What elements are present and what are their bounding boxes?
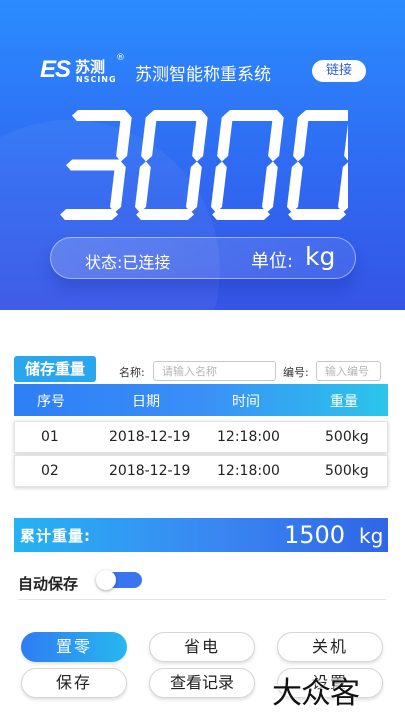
display-segment: [217, 112, 233, 162]
table-row[interactable]: 02 2018-12-19 12:18:00 500kg: [14, 455, 388, 487]
display-segment: [141, 112, 157, 162]
connect-button[interactable]: 链接: [312, 60, 366, 82]
row-weight: 500kg: [325, 463, 369, 479]
power-save-button[interactable]: 省电: [149, 632, 255, 662]
total-unit: kg: [359, 524, 384, 548]
autosave-label: 自动保存: [18, 575, 79, 593]
display-segment: [136, 209, 195, 220]
display-segment: [262, 161, 278, 213]
divider: [18, 599, 386, 600]
row-time: 12:18:00: [217, 429, 280, 445]
unit-label: 单位:: [251, 251, 294, 272]
total-value: 1500: [284, 521, 346, 549]
display-segment: [288, 209, 347, 220]
view-records-button[interactable]: 查看记录: [149, 668, 255, 698]
logo-chinese: 苏测: [75, 58, 106, 76]
row-date: 2018-12-19: [109, 463, 191, 479]
column-weight: 重量: [330, 394, 358, 410]
code-label: 编号:: [283, 366, 309, 379]
logo-mark: ES: [40, 56, 71, 83]
row-index: 02: [41, 463, 59, 479]
unit-value: kg: [305, 242, 336, 271]
connection-status: 状态:已连接: [85, 253, 171, 272]
storage-title: 储存重量: [14, 356, 96, 382]
row-weight: 500kg: [325, 429, 369, 445]
logo-english: NSCING: [76, 75, 117, 84]
display-segment: [212, 209, 271, 220]
name-input[interactable]: [153, 361, 276, 381]
code-input[interactable]: [316, 361, 381, 381]
table-header: 序号 日期 时间 重量: [14, 384, 388, 416]
save-button[interactable]: 保存: [21, 668, 127, 698]
toggle-knob: [96, 570, 116, 590]
brand-logo: ES 苏测 NSCING ®: [40, 53, 125, 86]
watermark: 大众客: [272, 676, 360, 711]
total-weight-bar: 累计重量: 1500 kg: [14, 518, 388, 552]
display-segment: [287, 161, 303, 213]
name-label: 名称:: [119, 366, 145, 379]
header: ES 苏测 NSCING ® 苏测智能称重系统 链接 状态:已连接 单位: kg: [0, 0, 405, 310]
display-segment: [293, 112, 309, 162]
total-label: 累计重量:: [20, 527, 91, 545]
row-date: 2018-12-19: [109, 429, 191, 445]
autosave-toggle[interactable]: [96, 570, 142, 590]
column-index: 序号: [37, 394, 65, 410]
weight-display: [60, 110, 348, 220]
logo-registered: ®: [116, 53, 125, 63]
table-row[interactable]: 01 2018-12-19 12:18:00 500kg: [14, 421, 388, 453]
column-time: 时间: [232, 394, 260, 410]
display-segment: [338, 162, 348, 213]
row-index: 01: [41, 429, 59, 445]
app-title: 苏测智能称重系统: [135, 65, 271, 85]
display-segment: [60, 209, 119, 220]
row-time: 12:18:00: [217, 463, 280, 479]
display-segment: [135, 161, 151, 213]
shutdown-button[interactable]: 关机: [277, 632, 383, 662]
zero-button[interactable]: 置零: [21, 632, 127, 662]
status-bar: 状态:已连接 单位: kg: [50, 237, 356, 279]
display-segment: [211, 161, 227, 213]
column-date: 日期: [132, 394, 160, 410]
display-segment: [186, 161, 202, 213]
